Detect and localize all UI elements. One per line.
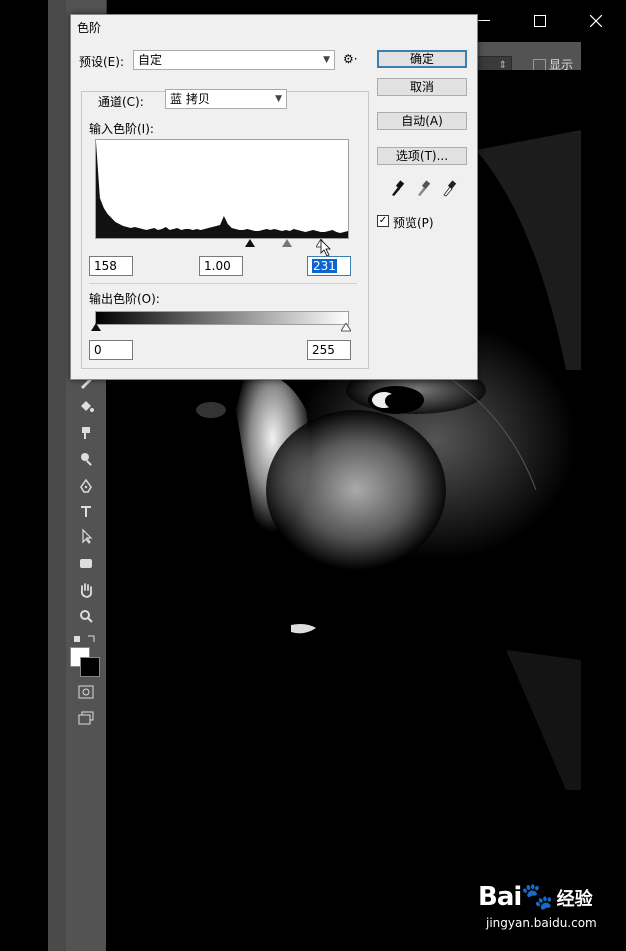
output-black-field[interactable]: 0 — [89, 340, 133, 360]
close-icon — [590, 15, 602, 27]
input-levels-label: 输入色阶(I): — [89, 122, 154, 136]
gray-eyedropper-icon[interactable] — [415, 179, 431, 197]
mouse-cursor-icon — [320, 239, 331, 257]
input-white-value: 231 — [312, 259, 337, 273]
options-button[interactable]: 选项(T)... — [377, 147, 467, 165]
baidu-watermark: Bai🐾 经验 jingyan.baidu.com — [478, 882, 597, 930]
path-selection-tool-icon[interactable] — [72, 524, 100, 548]
rectangle-tool-icon[interactable] — [72, 551, 100, 575]
output-white-field[interactable]: 255 — [307, 340, 351, 360]
preview-checkbox[interactable]: ✓ — [377, 215, 389, 227]
smudge-tool-icon[interactable] — [72, 420, 100, 444]
channel-value: 蓝 拷贝 — [170, 92, 210, 106]
dodge-tool-icon[interactable] — [72, 446, 100, 470]
input-gamma-field[interactable]: 1.00 — [199, 256, 243, 276]
preview-label: 预览(P) — [393, 216, 434, 230]
input-black-field[interactable]: 158 — [89, 256, 133, 276]
output-gradient-bar — [95, 311, 349, 325]
auto-button[interactable]: 自动(A) — [377, 112, 467, 130]
zoom-tool-icon[interactable] — [72, 604, 100, 628]
hand-tool-icon[interactable] — [72, 578, 100, 602]
maximize-icon — [534, 15, 546, 27]
chevron-down-icon: ▼ — [275, 94, 282, 104]
watermark-url: jingyan.baidu.com — [486, 916, 597, 930]
histogram-area — [96, 142, 348, 238]
preset-label: 预设(E): — [79, 55, 124, 69]
cancel-button[interactable]: 取消 — [377, 78, 467, 96]
divider — [89, 283, 357, 284]
minimize-icon — [478, 20, 490, 21]
preset-value: 自定 — [138, 53, 163, 67]
preset-dropdown[interactable]: 自定 ▼ — [133, 50, 335, 70]
preset-options-gear-icon[interactable]: ⚙· — [343, 52, 358, 66]
black-eyedropper-icon[interactable] — [389, 179, 405, 197]
input-white-field[interactable]: 231 — [307, 256, 351, 276]
output-levels-label: 输出色阶(O): — [89, 292, 160, 306]
histogram-graph — [96, 142, 348, 238]
chevron-down-icon: ▼ — [323, 55, 330, 65]
quick-mask-icon[interactable] — [72, 680, 100, 704]
window-titlebar — [456, 0, 626, 42]
close-button[interactable] — [568, 0, 624, 42]
white-eyedropper-icon[interactable] — [441, 179, 457, 197]
paint-bucket-tool-icon[interactable] — [72, 394, 100, 418]
output-black-slider[interactable] — [91, 323, 101, 332]
histogram — [95, 139, 349, 239]
watermark-brand: Bai — [478, 882, 522, 912]
input-gamma-slider[interactable] — [282, 239, 292, 248]
ok-button[interactable]: 确定 — [377, 50, 467, 68]
channel-dropdown[interactable]: 蓝 拷贝 ▼ — [165, 89, 287, 109]
background-color-swatch[interactable] — [80, 657, 100, 677]
panel-edge — [48, 0, 66, 951]
levels-dialog: 色阶 预设(E): 自定 ▼ ⚙· 确定 取消 自动(A) 选项(T)... ✓… — [70, 14, 478, 380]
output-white-slider[interactable] — [341, 323, 351, 332]
dialog-title: 色阶 — [77, 21, 102, 35]
paw-icon: 🐾 — [521, 882, 553, 912]
screen-mode-icon[interactable] — [72, 706, 100, 730]
input-black-slider[interactable] — [245, 239, 255, 248]
maximize-button[interactable] — [512, 0, 568, 42]
channel-label: 通道(C): — [95, 93, 147, 111]
pen-tool-icon[interactable] — [72, 474, 100, 498]
watermark-brand2: 经验 — [556, 889, 593, 910]
type-tool-icon[interactable] — [72, 499, 100, 523]
